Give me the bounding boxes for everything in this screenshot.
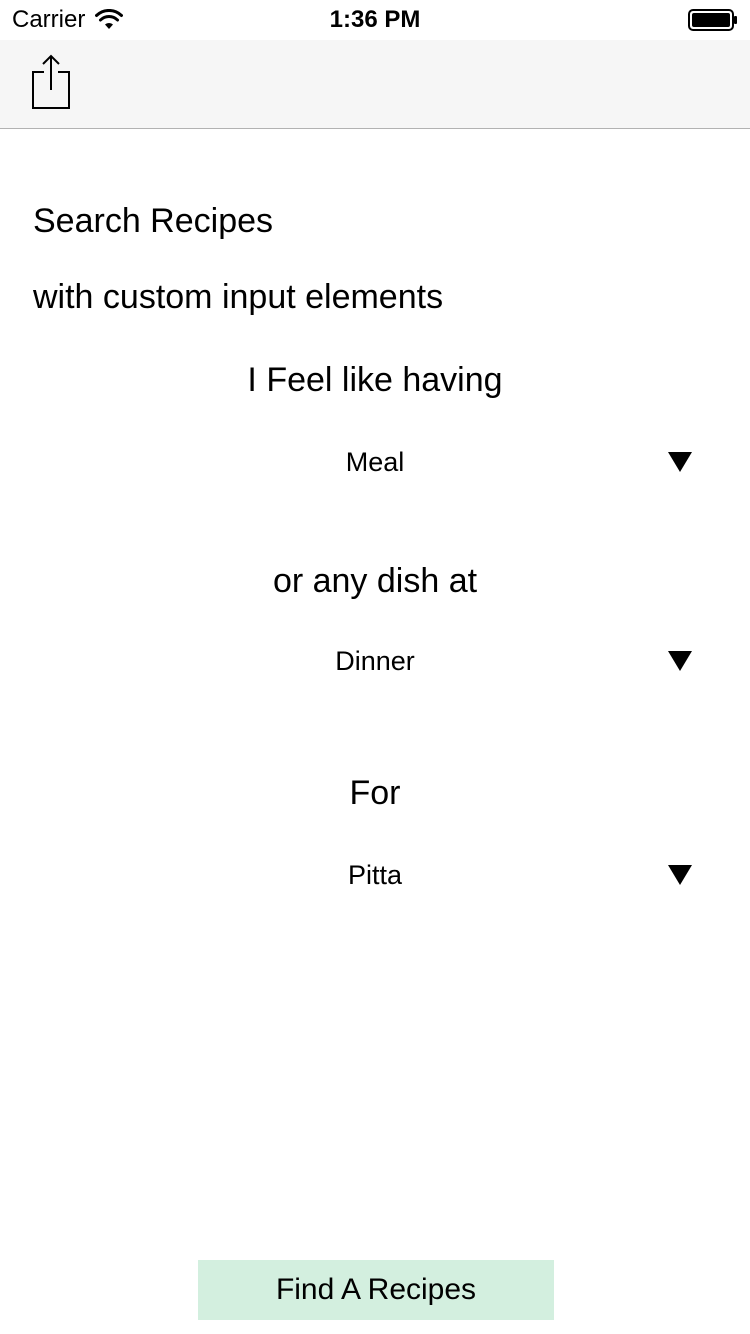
meal-type-picker[interactable]: Meal bbox=[0, 432, 750, 492]
share-icon[interactable] bbox=[30, 54, 72, 110]
find-recipes-button[interactable]: Find A Recipes bbox=[198, 1260, 554, 1320]
meal-type-value: Meal bbox=[345, 447, 405, 477]
dropdown-arrow-icon bbox=[668, 865, 692, 885]
dropdown-arrow-icon bbox=[668, 651, 692, 671]
screen: Carrier 1:36 PM Search Recipes with cust… bbox=[0, 0, 750, 1334]
page-title: Search Recipes bbox=[33, 202, 274, 240]
dropdown-arrow-icon bbox=[668, 452, 692, 472]
dosha-label: For bbox=[349, 774, 401, 812]
dosha-value: Pitta bbox=[347, 860, 403, 890]
meal-time-picker[interactable]: Dinner bbox=[0, 631, 750, 691]
status-bar: Carrier 1:36 PM bbox=[0, 0, 750, 40]
meal-time-value: Dinner bbox=[335, 646, 415, 676]
meal-type-label: I Feel like having bbox=[247, 361, 503, 399]
meal-time-label: or any dish at bbox=[272, 562, 478, 600]
battery-full-icon bbox=[688, 9, 737, 31]
page-subtitle: with custom input elements bbox=[33, 278, 444, 316]
dosha-picker[interactable]: Pitta bbox=[0, 845, 750, 905]
status-time: 1:36 PM bbox=[329, 6, 421, 33]
nav-bar bbox=[0, 40, 750, 129]
